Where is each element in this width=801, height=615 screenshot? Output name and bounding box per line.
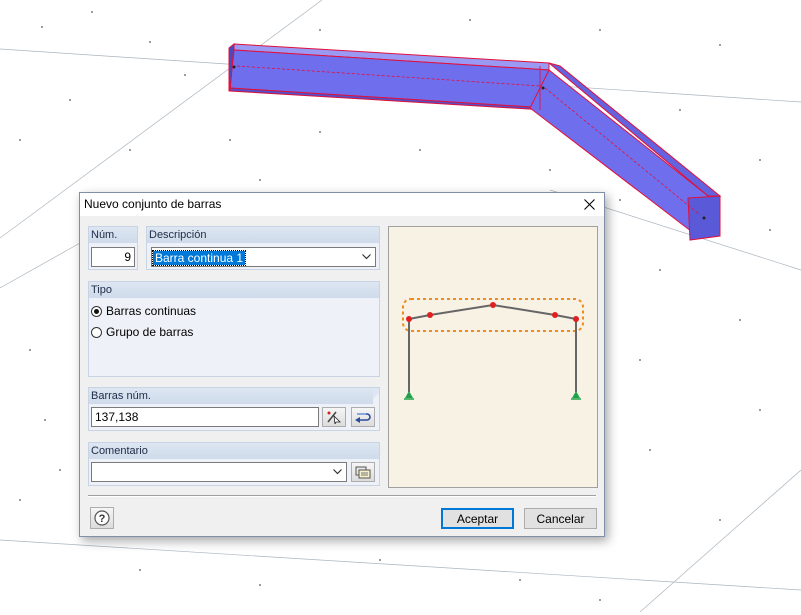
pick-members-button[interactable]	[322, 407, 346, 427]
description-combobox[interactable]: Barra continua 1	[151, 247, 376, 267]
new-member-set-dialog: Nuevo conjunto de barras Núm. 9 Descripc…	[79, 192, 605, 537]
ok-button[interactable]: Aceptar	[441, 508, 514, 529]
cancel-button[interactable]: Cancelar	[524, 508, 597, 529]
select-in-graphic-button[interactable]	[351, 407, 375, 427]
footer-separator	[88, 495, 596, 497]
type-label: Tipo	[89, 282, 379, 298]
members-group: Barras núm. 137,138	[88, 387, 380, 431]
comment-combobox[interactable]	[91, 462, 347, 482]
title-bar: Nuevo conjunto de barras	[80, 193, 604, 216]
radio-continuous-members[interactable]: Barras continuas	[91, 304, 196, 318]
svg-text:?: ?	[99, 513, 106, 525]
help-icon: ?	[94, 510, 110, 526]
member-137[interactable]	[228, 42, 550, 111]
pick-members-icon	[327, 411, 341, 424]
radio-button-checked[interactable]	[91, 305, 102, 317]
chevron-down-icon[interactable]	[330, 463, 344, 481]
frame-preview	[388, 226, 598, 488]
members-label: Barras núm.	[89, 388, 379, 404]
chevron-down-icon[interactable]	[359, 248, 373, 266]
radio-button-unchecked[interactable]	[91, 326, 102, 338]
radio-continuous-label: Barras continuas	[106, 304, 197, 318]
help-button[interactable]: ?	[90, 507, 114, 529]
close-icon	[583, 199, 595, 210]
comment-library-icon	[355, 466, 371, 478]
radio-member-group[interactable]: Grupo de barras	[91, 325, 193, 339]
number-input[interactable]: 9	[91, 247, 135, 267]
comment-library-button[interactable]	[351, 462, 375, 482]
continuous-member-diagram	[402, 298, 584, 400]
dialog-title: Nuevo conjunto de barras	[84, 197, 222, 211]
description-label: Descripción	[147, 227, 379, 243]
comment-group: Comentario	[88, 442, 380, 486]
members-input[interactable]: 137,138	[91, 407, 319, 427]
number-group: Núm. 9	[88, 226, 138, 270]
type-group: Tipo Barras continuas Grupo de barras	[88, 281, 380, 377]
select-in-graphic-icon	[355, 413, 371, 423]
radio-group-label: Grupo de barras	[106, 325, 194, 339]
close-button[interactable]	[574, 193, 604, 216]
comment-label: Comentario	[89, 443, 379, 459]
description-group: Descripción Barra continua 1	[146, 226, 380, 270]
description-value: Barra continua 1	[152, 250, 247, 266]
number-label: Núm.	[89, 227, 137, 243]
